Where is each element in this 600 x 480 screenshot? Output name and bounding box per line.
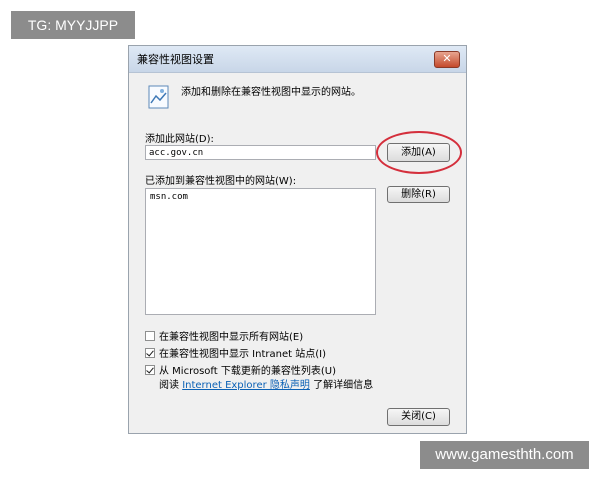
dialog-description: 添加和删除在兼容性视图中显示的网站。	[181, 87, 361, 98]
privacy-link[interactable]: Internet Explorer 隐私声明	[182, 380, 310, 391]
checkbox-box[interactable]	[145, 330, 155, 341]
added-sites-label: 已添加到兼容性视图中的网站(W):	[145, 176, 297, 187]
watermark-top: TG: MYYJJPP	[11, 11, 135, 39]
title-bar: 兼容性视图设置 ✕	[129, 46, 466, 73]
added-sites-list[interactable]: msn.com	[145, 188, 376, 315]
read-suffix: 了解详细信息	[313, 380, 374, 391]
watermark-bottom: www.gamesthth.com	[420, 441, 589, 469]
checkbox-box[interactable]	[145, 347, 155, 358]
checkbox-label: 在兼容性视图中显示所有网站(E)	[159, 332, 304, 343]
dialog-title: 兼容性视图设置	[137, 53, 214, 66]
privacy-statement-row: 阅读 Internet Explorer 隐私声明 了解详细信息	[159, 376, 373, 391]
checkbox-download-list[interactable]: 从 Microsoft 下载更新的兼容性列表(U)	[145, 362, 336, 377]
checkbox-label: 在兼容性视图中显示 Intranet 站点(I)	[159, 349, 326, 360]
read-prefix: 阅读	[159, 380, 179, 391]
highlight-ellipse	[376, 131, 462, 174]
checkbox-label: 从 Microsoft 下载更新的兼容性列表(U)	[159, 366, 336, 377]
close-icon[interactable]: ✕	[434, 51, 460, 68]
add-site-input[interactable]: acc.gov.cn	[145, 145, 376, 160]
checkbox-intranet[interactable]: 在兼容性视图中显示 Intranet 站点(I)	[145, 345, 326, 360]
compatibility-view-dialog: 兼容性视图设置 ✕ 添加和删除在兼容性视图中显示的网站。 添加此网站(D): a…	[128, 45, 467, 434]
remove-button[interactable]: 删除(R)	[387, 186, 450, 203]
close-button[interactable]: 关闭(C)	[387, 408, 450, 426]
list-item[interactable]: msn.com	[150, 192, 371, 202]
checkbox-box[interactable]	[145, 364, 155, 375]
picture-icon	[146, 84, 172, 110]
add-site-label: 添加此网站(D):	[145, 134, 214, 145]
checkbox-show-all[interactable]: 在兼容性视图中显示所有网站(E)	[145, 328, 303, 343]
